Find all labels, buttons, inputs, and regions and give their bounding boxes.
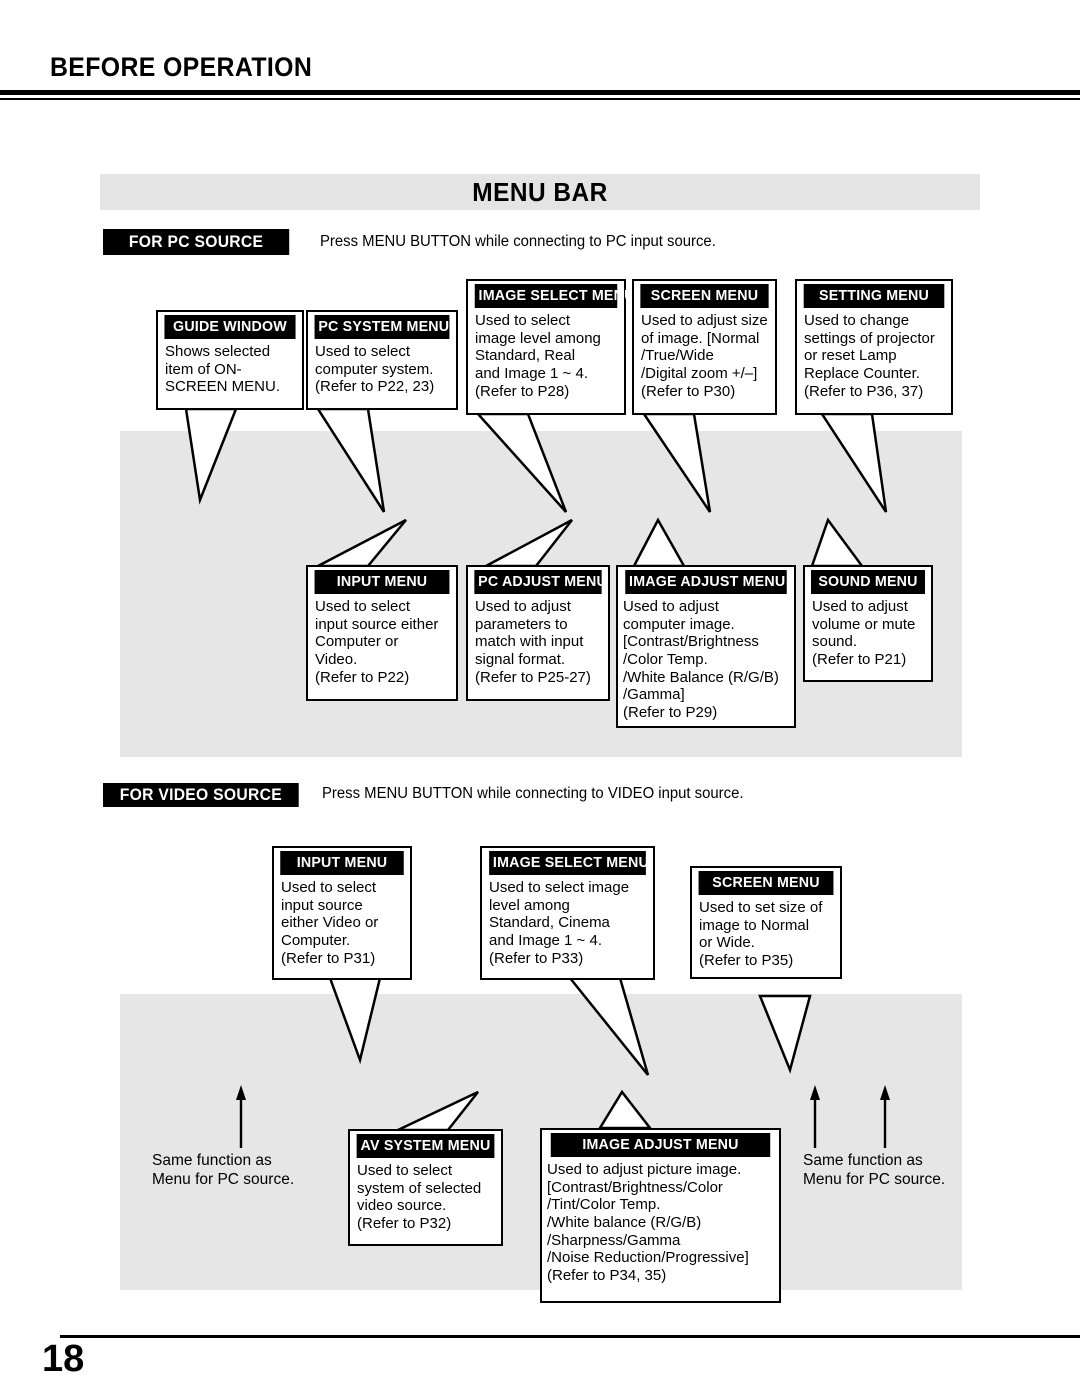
callout-body: Used to adjust parameters to match with … [475, 598, 591, 686]
callout-body: Used to adjust volume or mute sound. (Re… [812, 598, 916, 668]
callout-title: IMAGE ADJUST MENU [625, 570, 787, 594]
callout-body: Used to select system of selected video … [357, 1162, 482, 1232]
callout-body: Used to adjust computer image. [Contrast… [623, 598, 779, 721]
for-pc-source-tag: FOR PC SOURCE [103, 229, 290, 255]
callout-body: Shows selected item of ON- SCREEN MENU. [165, 343, 281, 396]
callout-title: PC SYSTEM MENU [314, 315, 450, 339]
callout-image-adjust-menu-pc: IMAGE ADJUST MENU Used to adjust compute… [616, 565, 796, 728]
page-number: 18 [42, 1338, 85, 1380]
footer-rule [60, 1335, 1080, 1338]
callout-image-select-menu-video: IMAGE SELECT MENU Used to select image l… [480, 846, 655, 980]
page-title: BEFORE OPERATION [50, 52, 313, 82]
for-video-source-tag: FOR VIDEO SOURCE [103, 783, 299, 807]
callout-title: PC ADJUST MENU [474, 570, 607, 594]
callout-title: IMAGE SELECT MENU [474, 284, 634, 308]
callout-title: IMAGE ADJUST MENU [550, 1133, 771, 1157]
callout-title: SCREEN MENU [698, 871, 834, 895]
callout-sound-menu: SOUND MENU Used to adjust volume or mute… [803, 565, 933, 682]
callout-title: INPUT MENU [314, 570, 450, 594]
callout-body: Used to change settings of projector or … [804, 312, 935, 400]
for-pc-source-description: Press MENU BUTTON while connecting to PC… [320, 233, 716, 250]
callout-av-system-menu: AV SYSTEM MENU Used to select system of … [348, 1129, 503, 1246]
callout-title: SOUND MENU [811, 570, 925, 594]
header-rule-thin [0, 98, 1080, 100]
callout-title: GUIDE WINDOW [164, 315, 296, 339]
callout-input-menu-video: INPUT MENU Used to select input source e… [272, 846, 412, 980]
callout-body: Used to select image level among Standar… [475, 312, 601, 400]
callout-guide-window: GUIDE WINDOW Shows selected item of ON- … [156, 310, 304, 410]
header-rule-thick [0, 90, 1080, 95]
callout-input-menu-pc: INPUT MENU Used to select input source e… [306, 565, 458, 701]
callout-setting-menu: SETTING MENU Used to change settings of … [795, 279, 953, 415]
callout-screen-menu: SCREEN MENU Used to adjust size of image… [632, 279, 777, 415]
callout-image-select-menu: IMAGE SELECT MENU Used to select image l… [466, 279, 634, 415]
for-video-source-description: Press MENU BUTTON while connecting to VI… [322, 785, 744, 802]
callout-body: Used to select input source either Video… [281, 879, 379, 967]
callout-title: IMAGE SELECT MENU [489, 851, 649, 875]
callout-title: INPUT MENU [280, 851, 404, 875]
callout-body: Used to select input source either Compu… [315, 598, 439, 686]
callout-body: Used to select image level among Standar… [489, 879, 630, 967]
callout-screen-menu-video: SCREEN MENU Used to set size of image to… [690, 866, 842, 979]
callout-body: Used to adjust picture image. [Contrast/… [547, 1161, 749, 1284]
note-same-function-right: Same function as Menu for PC source. [803, 1152, 946, 1188]
callout-pc-system-menu: PC SYSTEM MENU Used to select computer s… [306, 310, 458, 410]
callout-body: Used to adjust size of image. [Normal /T… [641, 312, 768, 400]
callout-body: Used to select computer system. (Refer t… [315, 343, 435, 396]
callout-title: AV SYSTEM MENU [356, 1134, 495, 1158]
callout-title: SCREEN MENU [640, 284, 769, 308]
note-same-function-left: Same function as Menu for PC source. [152, 1152, 295, 1188]
callout-title: SETTING MENU [803, 284, 945, 308]
callout-body: Used to set size of image to Normal or W… [699, 899, 823, 969]
section-title: MENU BAR [472, 177, 608, 207]
callout-image-adjust-menu-video: IMAGE ADJUST MENU Used to adjust picture… [540, 1128, 781, 1303]
callout-pc-adjust-menu: PC ADJUST MENU Used to adjust parameters… [466, 565, 610, 701]
